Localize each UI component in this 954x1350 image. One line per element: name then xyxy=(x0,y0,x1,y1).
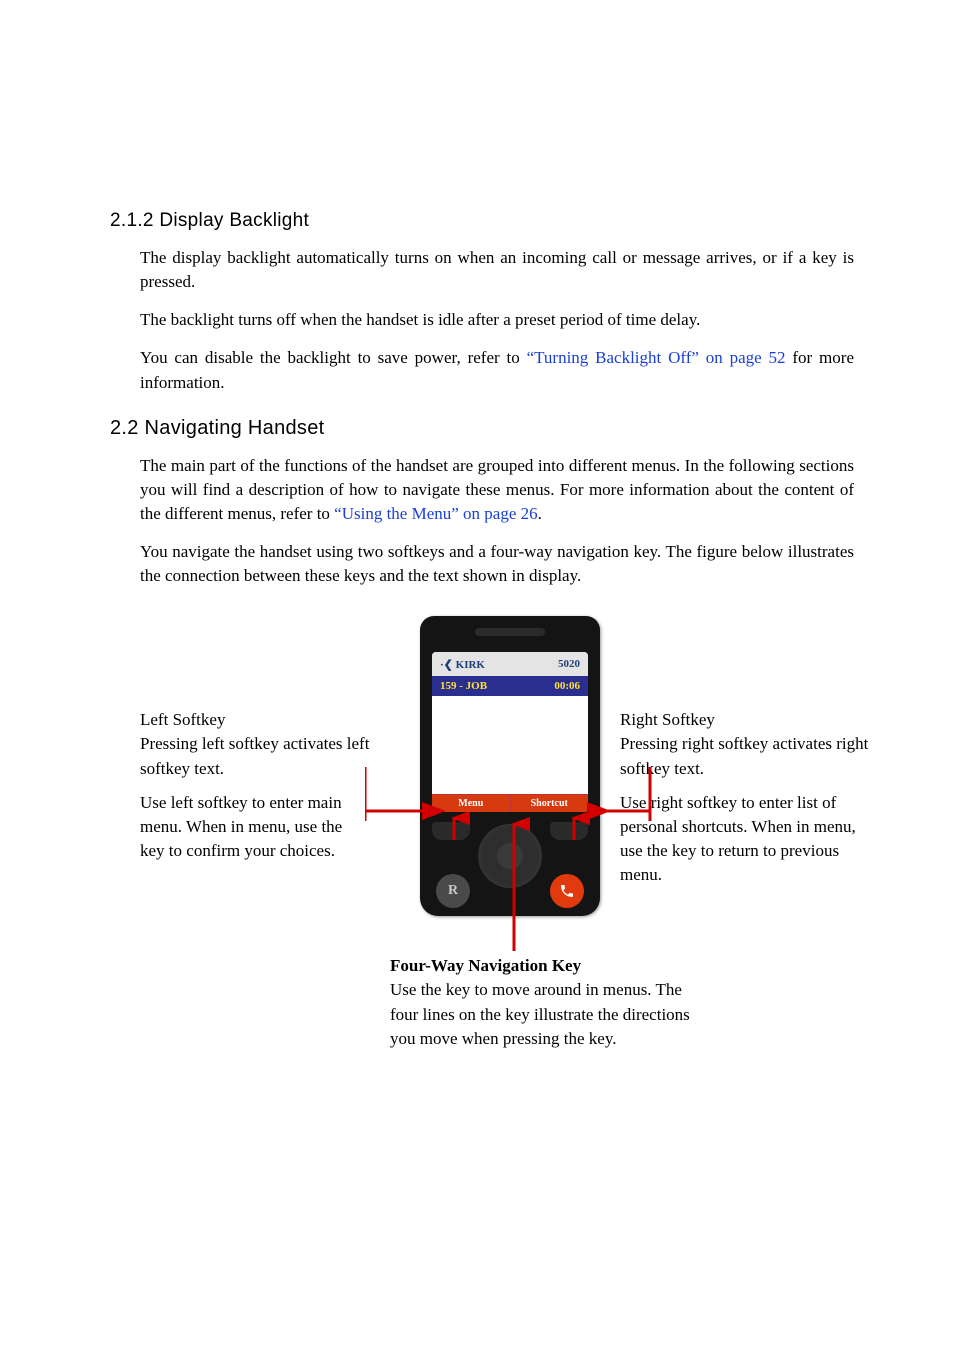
caption-title: Left Softkey xyxy=(140,708,370,732)
para: The display backlight automatically turn… xyxy=(140,246,854,294)
para: The main part of the functions of the ha… xyxy=(140,454,854,526)
para: The backlight turns off when the handset… xyxy=(140,308,854,332)
phone-titlebar: 159 - JOB 00:06 xyxy=(432,676,588,696)
nav-key-caption: Four-Way Navigation Key Use the key to m… xyxy=(390,954,700,1051)
caption-text: Use right softkey to enter list of perso… xyxy=(620,791,870,888)
caption-text: Use the key to move around in menus. The… xyxy=(390,978,700,1050)
caption-text: Pressing right softkey activates right s… xyxy=(620,732,870,780)
earpiece xyxy=(475,628,545,636)
section-body-213: The display backlight automatically turn… xyxy=(110,246,854,395)
section-body-22: The main part of the functions of the ha… xyxy=(110,454,854,1137)
phone-statusbar: ·❮ KIRK 5020 xyxy=(432,652,588,676)
phone-title-right: 00:06 xyxy=(554,680,580,692)
phone-softkey-bar: Menu Shortcut xyxy=(432,794,588,812)
phone-keys: R xyxy=(430,820,590,908)
text: You can disable the backlight to save po… xyxy=(140,348,527,367)
page: 2.1.2 Display Backlight The display back… xyxy=(0,0,954,1350)
heading-display-backlight: 2.1.2 Display Backlight xyxy=(110,210,854,232)
phone-model: 5020 xyxy=(558,658,580,670)
caption-title: Four-Way Navigation Key xyxy=(390,954,700,978)
para: You can disable the backlight to save po… xyxy=(140,346,854,394)
right-softkey-button xyxy=(550,822,588,840)
left-softkey-caption: Left Softkey Pressing left softkey activ… xyxy=(140,708,370,863)
phone-title-left: 159 - JOB xyxy=(440,680,487,692)
text: . xyxy=(538,504,542,523)
caption-text: Pressing left softkey activates left sof… xyxy=(140,732,370,780)
para: You navigate the handset using two softk… xyxy=(140,540,854,588)
call-button xyxy=(550,874,584,908)
phone-icon xyxy=(559,883,575,899)
heading-navigating-handset: 2.2 Navigating Handset xyxy=(110,417,854,440)
figure: Left Softkey Pressing left softkey activ… xyxy=(140,616,854,1136)
left-softkey-button xyxy=(432,822,470,840)
link-backlight-off[interactable]: “Turning Backlight Off” on page 52 xyxy=(527,348,786,367)
caption-title: Right Softkey xyxy=(620,708,870,732)
phone-illustration: ·❮ KIRK 5020 159 - JOB 00:06 Menu Shortc… xyxy=(420,616,600,916)
link-using-menu[interactable]: “Using the Menu” on page 26 xyxy=(334,504,537,523)
phone-brand: ·❮ KIRK xyxy=(440,658,485,671)
phone-screen: ·❮ KIRK 5020 159 - JOB 00:06 Menu Shortc… xyxy=(432,652,588,812)
right-softkey-caption: Right Softkey Pressing right softkey act… xyxy=(620,708,870,887)
r-button: R xyxy=(436,874,470,908)
phone-softkey-right: Shortcut xyxy=(511,794,589,812)
four-way-nav-key xyxy=(478,824,542,888)
caption-text: Use left softkey to enter main menu. Whe… xyxy=(140,791,370,863)
phone-softkey-left: Menu xyxy=(432,794,511,812)
